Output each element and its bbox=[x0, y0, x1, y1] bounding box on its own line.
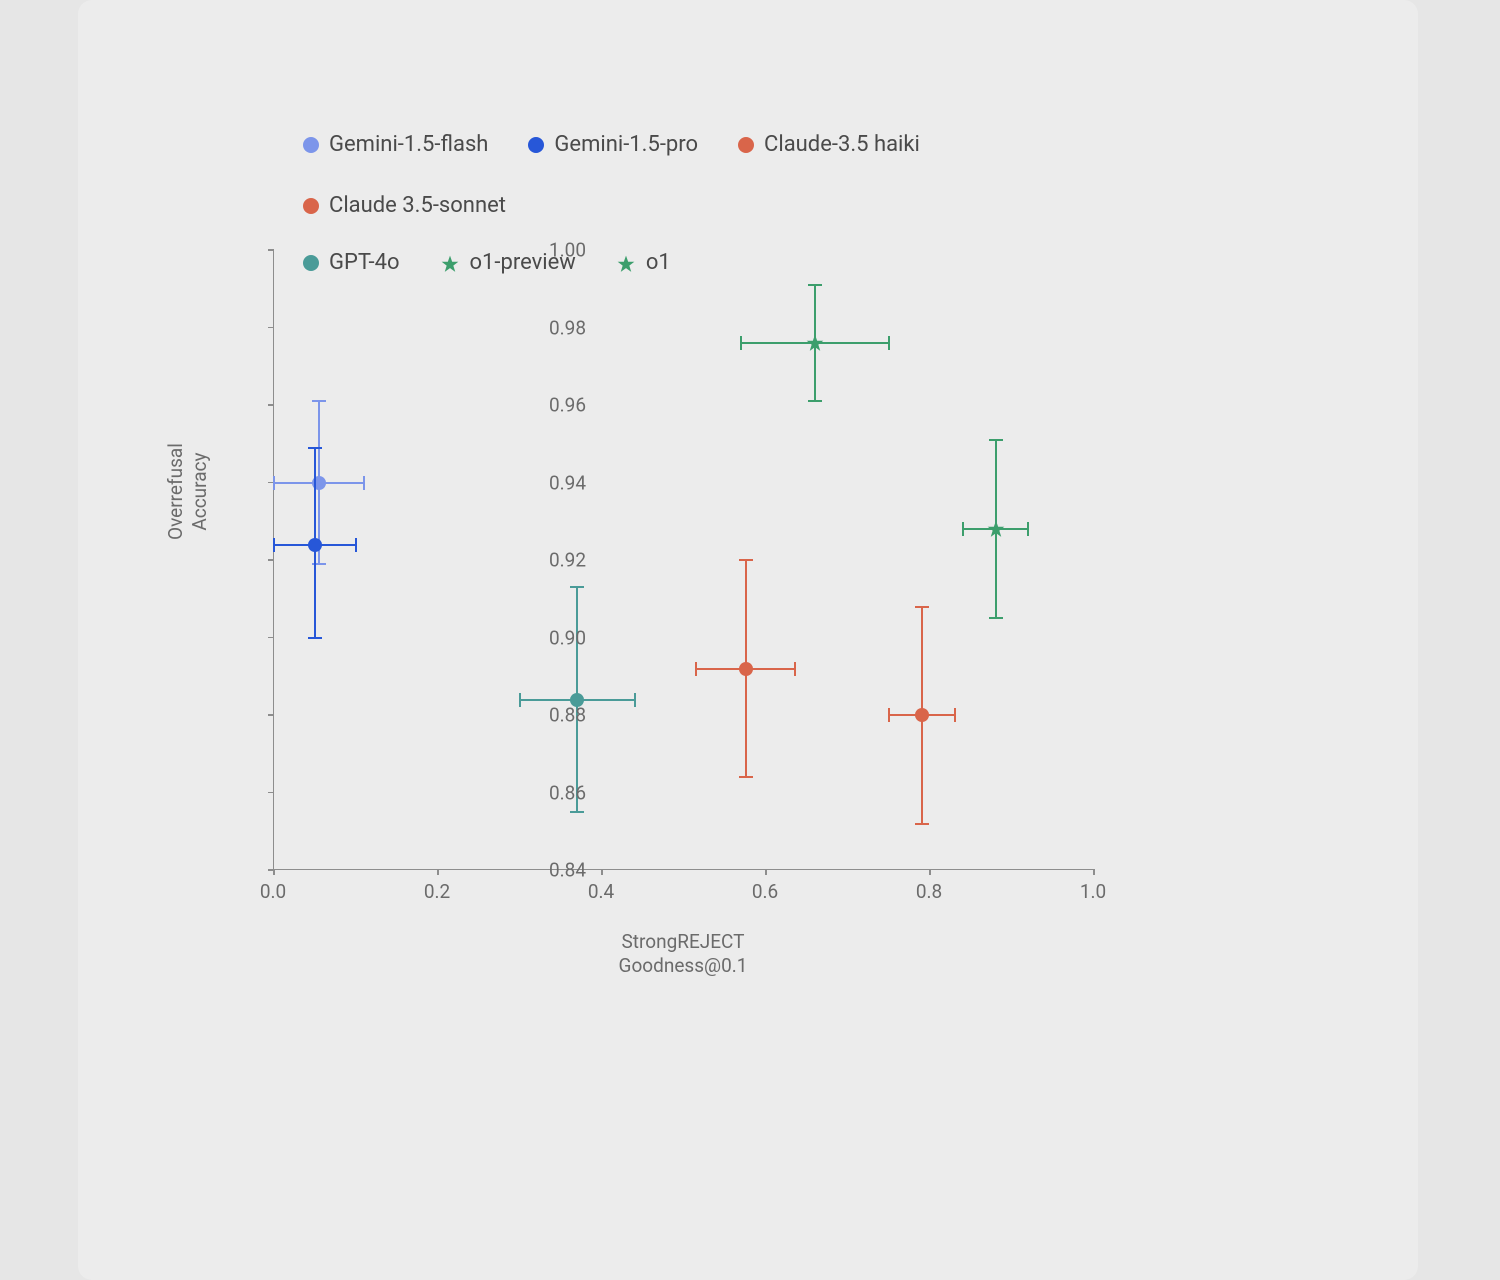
error-bar-cap bbox=[570, 811, 584, 813]
x-tick-mark bbox=[601, 869, 603, 875]
x-tick-mark bbox=[765, 869, 767, 875]
data-point bbox=[986, 519, 1006, 539]
x-tick-mark bbox=[273, 869, 275, 875]
error-bar-cap bbox=[888, 336, 890, 350]
x-tick-mark bbox=[437, 869, 439, 875]
y-tick-mark bbox=[268, 327, 274, 329]
x-axis-label: StrongREJECT Goodness@0.1 bbox=[273, 930, 1093, 978]
data-point bbox=[915, 708, 929, 722]
error-bar-cap bbox=[989, 617, 1003, 619]
data-point bbox=[805, 333, 825, 353]
y-tick-label: 0.90 bbox=[526, 626, 586, 649]
y-tick-label: 0.88 bbox=[526, 704, 586, 727]
legend-label: Gemini-1.5-pro bbox=[554, 130, 698, 161]
star-icon bbox=[986, 519, 1006, 539]
legend-label: Gemini-1.5-flash bbox=[329, 130, 488, 161]
error-bar-cap bbox=[954, 708, 956, 722]
dot-icon bbox=[738, 137, 754, 153]
error-bar-cap bbox=[794, 662, 796, 676]
dot-icon bbox=[303, 137, 319, 153]
y-tick-label: 0.94 bbox=[526, 471, 586, 494]
y-tick-mark bbox=[268, 404, 274, 406]
x-tick-label: 0.2 bbox=[424, 880, 450, 903]
data-point bbox=[739, 662, 753, 676]
y-tick-mark bbox=[268, 792, 274, 794]
dot-icon bbox=[528, 137, 544, 153]
error-bar-cap bbox=[519, 693, 521, 707]
x-tick-label: 1.0 bbox=[1080, 880, 1106, 903]
error-bar-cap bbox=[308, 447, 322, 449]
error-bar-cap bbox=[570, 586, 584, 588]
error-bar-cap bbox=[808, 400, 822, 402]
error-bar-cap bbox=[808, 284, 822, 286]
legend-item-gemini-flash: Gemini-1.5-flash bbox=[303, 130, 488, 161]
error-bar-cap bbox=[989, 439, 1003, 441]
x-tick-label: 0.0 bbox=[260, 880, 286, 903]
x-tick-mark bbox=[1093, 869, 1095, 875]
x-tick-mark bbox=[929, 869, 931, 875]
error-bar-cap bbox=[312, 400, 326, 402]
error-bar-cap bbox=[739, 776, 753, 778]
scatter-plot bbox=[273, 250, 1093, 870]
error-bar-cap bbox=[1027, 522, 1029, 536]
error-bar-cap bbox=[273, 538, 275, 552]
legend-label: Claude 3.5-sonnet bbox=[329, 191, 506, 222]
legend-label: Claude-3.5 haiki bbox=[764, 130, 920, 161]
legend-item-claude-sonnet: Claude 3.5-sonnet bbox=[303, 191, 506, 222]
y-tick-label: 0.84 bbox=[526, 859, 586, 882]
y-tick-mark bbox=[268, 714, 274, 716]
chart-card: Gemini-1.5-flash Gemini-1.5-pro Claude-3… bbox=[78, 0, 1418, 1280]
error-bar-cap bbox=[695, 662, 697, 676]
dot-icon bbox=[739, 662, 753, 676]
error-bar-cap bbox=[915, 823, 929, 825]
error-bar-cap bbox=[355, 538, 357, 552]
x-tick-label: 0.6 bbox=[752, 880, 778, 903]
y-tick-label: 0.96 bbox=[526, 394, 586, 417]
x-tick-label: 0.8 bbox=[916, 880, 942, 903]
error-bar-cap bbox=[739, 559, 753, 561]
y-tick-label: 0.98 bbox=[526, 316, 586, 339]
error-bar-cap bbox=[962, 522, 964, 536]
y-tick-mark bbox=[268, 249, 274, 251]
data-point bbox=[308, 538, 322, 552]
star-icon bbox=[805, 333, 825, 353]
y-axis-label: Overrefusal Accuracy bbox=[164, 443, 212, 540]
error-bar-cap bbox=[740, 336, 742, 350]
error-bar-cap bbox=[308, 637, 322, 639]
y-tick-label: 1.00 bbox=[526, 239, 586, 262]
error-bar-cap bbox=[888, 708, 890, 722]
y-tick-mark bbox=[268, 559, 274, 561]
error-bar-cap bbox=[915, 606, 929, 608]
error-bar-cap bbox=[363, 476, 365, 490]
dot-icon bbox=[303, 198, 319, 214]
legend-item-claude-haiku: Claude-3.5 haiki bbox=[738, 130, 920, 161]
dot-icon bbox=[915, 708, 929, 722]
y-tick-mark bbox=[268, 637, 274, 639]
x-tick-label: 0.4 bbox=[588, 880, 614, 903]
y-tick-label: 0.92 bbox=[526, 549, 586, 572]
plot-area bbox=[273, 250, 1093, 870]
dot-icon bbox=[308, 538, 322, 552]
error-bar-cap bbox=[273, 476, 275, 490]
error-bar-cap bbox=[634, 693, 636, 707]
legend-item-gemini-pro: Gemini-1.5-pro bbox=[528, 130, 698, 161]
y-tick-label: 0.86 bbox=[526, 781, 586, 804]
